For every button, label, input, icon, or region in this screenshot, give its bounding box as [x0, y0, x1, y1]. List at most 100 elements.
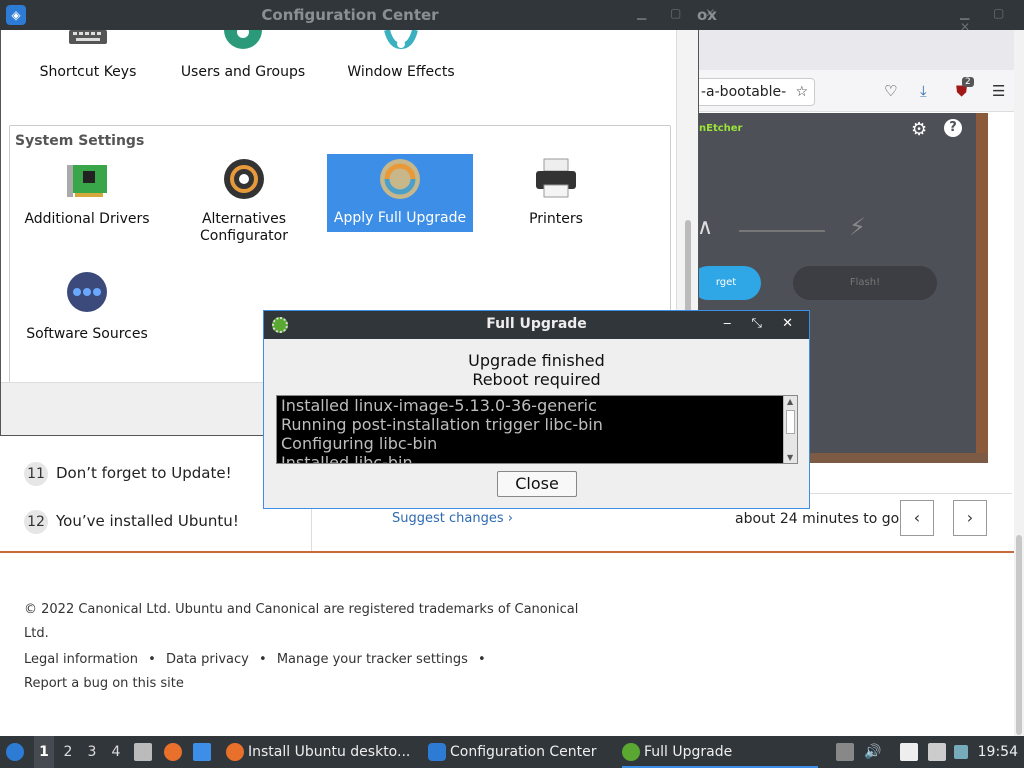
status-message: Upgrade finished: [468, 351, 605, 370]
upgrade-icon: [380, 159, 420, 199]
task-label: Configuration Center: [450, 744, 597, 760]
alternatives-icon: [224, 159, 264, 199]
suggest-changes-link[interactable]: Suggest changes ›: [392, 511, 513, 526]
tracker-settings-link[interactable]: Manage your tracker settings: [277, 652, 468, 667]
additional-drivers-item[interactable]: Additional Drivers: [19, 155, 155, 231]
users-icon: [224, 30, 262, 49]
previous-step-button[interactable]: ‹: [900, 500, 934, 536]
task-firefox[interactable]: Install Ubuntu deskto...: [226, 736, 410, 768]
show-desktop-icon: [193, 743, 211, 761]
drive-icon: ∧: [697, 215, 714, 240]
upgrade-log[interactable]: Installed linux-image-5.13.0-36-generic …: [276, 395, 798, 464]
log-scrollbar[interactable]: ▲ ▼: [783, 396, 797, 463]
bookmark-star-icon[interactable]: ☆: [795, 79, 808, 105]
item-label: Apply Full Upgrade: [333, 210, 467, 226]
tray-updates[interactable]: [836, 736, 858, 768]
progress-line: [739, 230, 825, 232]
workspace-2[interactable]: 2: [58, 736, 78, 768]
log-line: Running post-installation trigger libc-b…: [281, 415, 603, 434]
task-configuration-center[interactable]: Configuration Center: [428, 736, 597, 768]
title-bar: ◈ Configuration Center ▁ ▢ ✕ ox ▁ ▢ ✕: [0, 0, 1024, 34]
window-title: Configuration Center: [261, 6, 439, 24]
url-text: -a-bootable-: [701, 84, 787, 100]
pocket-icon[interactable]: ♡: [884, 82, 897, 100]
firefox-toolbar: -a-bootable- ☆ ♡ ⤓ ⛊ 2 ☰: [699, 70, 1024, 112]
printer-icon: [536, 158, 576, 198]
software-sources-item[interactable]: Software Sources: [19, 270, 155, 346]
gear-icon: [622, 743, 640, 761]
tray-clipboard[interactable]: [900, 736, 922, 768]
background-photo: [976, 113, 988, 461]
scroll-up-icon[interactable]: ▲: [787, 397, 793, 406]
bullet: •: [148, 652, 156, 667]
step-number: 12: [24, 510, 48, 534]
users-and-groups-item[interactable]: Users and Groups: [178, 30, 308, 86]
copyright-line-2: Ltd.: [24, 626, 49, 641]
step-11[interactable]: 11 Don’t forget to Update!: [24, 462, 232, 486]
notification-icon: [954, 745, 968, 759]
workspace-3[interactable]: 3: [82, 736, 102, 768]
url-bar[interactable]: -a-bootable- ☆: [699, 78, 815, 106]
task-full-upgrade[interactable]: Full Upgrade: [622, 736, 818, 768]
log-line: Installed libc-bin: [281, 453, 413, 464]
scrollbar-thumb[interactable]: [1016, 535, 1022, 735]
desktop-launcher[interactable]: [193, 736, 215, 768]
item-label: Window Effects: [347, 64, 455, 80]
workspace-4[interactable]: 4: [106, 736, 126, 768]
workspace-1[interactable]: 1: [34, 736, 54, 768]
dialog-window-buttons[interactable]: ‒ ⤡ ✕: [723, 316, 801, 331]
window-effects-icon: [384, 30, 418, 50]
alternatives-configurator-item[interactable]: Alternatives Configurator: [181, 155, 307, 247]
task-label: Full Upgrade: [644, 744, 733, 760]
drivers-icon: [67, 165, 107, 197]
item-label: Shortcut Keys: [39, 64, 137, 80]
apply-full-upgrade-item[interactable]: Apply Full Upgrade: [327, 154, 473, 232]
legal-information-link[interactable]: Legal information: [24, 652, 138, 667]
time-remaining: about 24 minutes to go: [735, 511, 900, 527]
full-upgrade-dialog: Full Upgrade ‒ ⤡ ✕ Upgrade finished Rebo…: [263, 310, 810, 509]
flash-button: Flash!: [793, 266, 937, 300]
clipboard-icon: [900, 743, 918, 761]
firefox-icon: [226, 743, 244, 761]
firefox-window-title: ox: [697, 6, 717, 24]
firefox-launcher[interactable]: [164, 736, 186, 768]
orange-divider: [0, 551, 1014, 553]
footer-links: Legal information • Data privacy • Manag…: [24, 652, 492, 667]
item-label-line-2: Configurator: [200, 228, 288, 244]
help-icon: ?: [944, 119, 962, 137]
item-label: Software Sources: [26, 326, 148, 342]
file-manager-launcher[interactable]: [134, 736, 156, 768]
page-scrollbar[interactable]: [1014, 30, 1024, 736]
tray-notifications[interactable]: [954, 736, 972, 768]
item-label-line-1: Alternatives: [201, 211, 287, 227]
firefox-icon: [164, 743, 182, 761]
report-bug-link[interactable]: Report a bug on this site: [24, 676, 184, 691]
step-label: Don’t forget to Update!: [56, 464, 232, 482]
close-button[interactable]: Close: [497, 471, 577, 497]
step-12[interactable]: 12 You’ve installed Ubuntu!: [24, 510, 239, 534]
dialog-titlebar[interactable]: Full Upgrade ‒ ⤡ ✕: [264, 311, 809, 339]
package-icon: [836, 743, 854, 761]
tray-network[interactable]: [928, 736, 950, 768]
files-icon: [134, 743, 152, 761]
flash-bolt-icon: ⚡: [849, 213, 866, 241]
shortcut-keys-item[interactable]: Shortcut Keys: [31, 30, 145, 86]
next-step-button[interactable]: ›: [953, 500, 987, 536]
software-sources-icon: [67, 272, 107, 312]
tray-volume[interactable]: 🔊: [864, 736, 881, 768]
scrollbar-thumb[interactable]: [786, 410, 795, 434]
volume-icon: 🔊: [864, 744, 882, 760]
log-line: Installed linux-image-5.13.0-36-generic: [281, 396, 597, 415]
clock[interactable]: 19:54: [978, 736, 1018, 768]
data-privacy-link[interactable]: Data privacy: [166, 652, 249, 667]
start-menu-icon[interactable]: [6, 736, 28, 768]
printers-item[interactable]: Printers: [501, 155, 611, 231]
download-icon[interactable]: ⤓: [920, 82, 927, 100]
settings-gear-icon: ⚙: [911, 119, 928, 140]
step-number: 11: [24, 462, 48, 486]
scroll-down-icon[interactable]: ▼: [787, 453, 793, 462]
firefox-tabstrip: [699, 30, 1024, 70]
window-effects-item[interactable]: Window Effects: [339, 30, 463, 86]
menu-icon[interactable]: ☰: [992, 82, 1005, 100]
network-icon: [928, 743, 946, 761]
